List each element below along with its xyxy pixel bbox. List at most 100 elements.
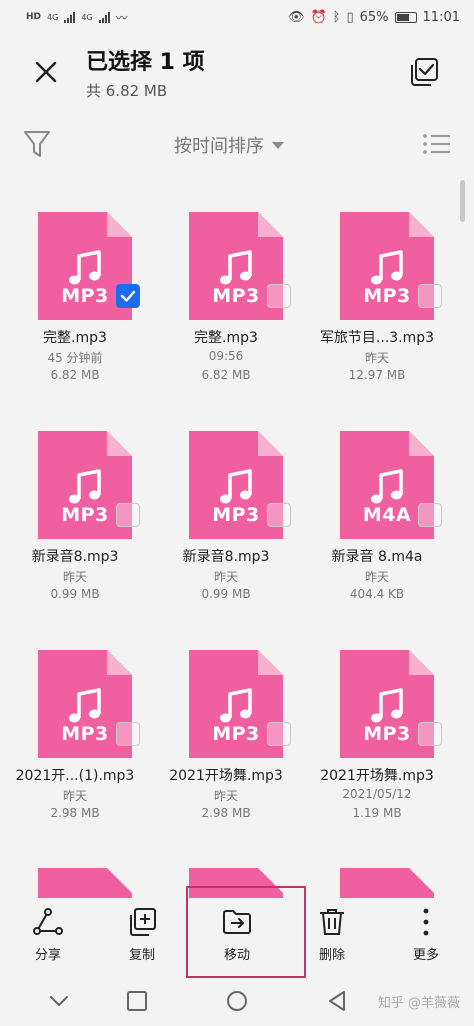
share-button[interactable]: 分享	[8, 906, 88, 963]
sort-dropdown[interactable]: 按时间排序	[174, 132, 284, 158]
home-icon[interactable]	[224, 988, 250, 1014]
more-label: 更多	[412, 948, 439, 963]
file-size: 1.19 MB	[352, 806, 402, 820]
file-size: 2.98 MB	[50, 806, 100, 820]
select-checkbox[interactable]	[116, 722, 140, 746]
vibrate-icon: ▯	[346, 9, 354, 25]
recents-icon[interactable]	[124, 988, 150, 1014]
file-size: 2.98 MB	[201, 806, 251, 820]
file-item[interactable]: M4A 新录音 8.m4a 昨天 404.4 KB	[302, 431, 452, 611]
file-fold-corner	[107, 431, 132, 456]
sort-label: 按时间排序	[174, 136, 264, 157]
hd-badge: HD	[26, 11, 42, 22]
alarm-icon: ⏰	[310, 9, 327, 25]
music-note-icon	[369, 469, 405, 509]
file-name: 新录音8.mp3	[31, 549, 119, 565]
copy-button[interactable]: 复制	[102, 906, 182, 963]
music-note-icon	[369, 688, 405, 728]
file-item[interactable]: MP3 2021开场舞.mp3 2021/05/12 1.19 MB	[302, 650, 452, 830]
status-bar: HD 4G 4G 〰 👁 ⏰ ᛒ ▯ 65% 11:01	[0, 0, 474, 34]
file-name: 2021开...(1).mp3	[15, 768, 135, 784]
select-checkbox[interactable]	[418, 284, 442, 308]
music-note-icon	[218, 688, 254, 728]
music-note-icon	[218, 250, 254, 290]
file-fold-corner	[409, 431, 434, 456]
music-note-icon	[218, 469, 254, 509]
file-size: 404.4 KB	[349, 587, 405, 601]
file-icon-partial	[38, 868, 132, 898]
file-fold-corner	[258, 431, 283, 456]
status-right: 👁 ⏰ ᛒ ▯ 65% 11:01	[288, 10, 460, 25]
file-date: 昨天	[364, 570, 389, 584]
eye-icon: 👁	[287, 9, 305, 25]
file-item[interactable]: MP3 新录音8.mp3 昨天 0.99 MB	[151, 431, 301, 611]
file-item[interactable]: MP3 完整.mp3 45 分钟前 6.82 MB	[0, 212, 150, 392]
file-date: 09:56	[208, 349, 244, 363]
music-note-icon	[67, 469, 103, 509]
select-checkbox[interactable]	[267, 503, 291, 527]
share-icon	[33, 908, 63, 935]
move-highlight-box	[186, 886, 306, 978]
audio-wave-icon: 〰	[115, 10, 128, 25]
select-checkbox[interactable]	[116, 284, 140, 308]
file-item[interactable]: MP3 完整.mp3 09:56 6.82 MB	[151, 212, 301, 392]
file-item[interactable]: MP3 2021开...(1).mp3 昨天 2.98 MB	[0, 650, 150, 830]
file-size: 6.82 MB	[201, 368, 251, 382]
file-name: 2021开场舞.mp3	[169, 768, 283, 784]
filter-icon[interactable]	[22, 128, 52, 160]
select-checkbox[interactable]	[267, 284, 291, 308]
select-checkbox[interactable]	[116, 503, 140, 527]
system-nav-bar: 知乎 @羊薇薇	[0, 976, 474, 1026]
file-name: 军旅节目...3.mp3	[319, 330, 435, 346]
music-note-icon	[67, 250, 103, 290]
file-name: 新录音8.mp3	[182, 549, 270, 565]
network-type-2: 4G	[81, 12, 93, 22]
music-note-icon	[67, 688, 103, 728]
file-size: 6.82 MB	[50, 368, 100, 382]
scrollbar[interactable]	[460, 180, 465, 222]
selection-size: 共 6.82 MB	[86, 82, 168, 100]
select-checkbox[interactable]	[418, 722, 442, 746]
file-date: 昨天	[62, 570, 87, 584]
sort-bar: 按时间排序	[0, 126, 474, 166]
network-type-1: 4G	[47, 12, 59, 22]
file-name: 2021开场舞.mp3	[320, 768, 434, 784]
battery-percent: 65%	[359, 9, 389, 25]
file-item[interactable]: MP3 新录音8.mp3 昨天 0.99 MB	[0, 431, 150, 611]
chevron-down-icon[interactable]	[46, 988, 72, 1014]
file-size: 12.97 MB	[348, 368, 406, 382]
select-checkbox[interactable]	[418, 503, 442, 527]
file-date: 昨天	[62, 789, 87, 803]
signal-icon-2	[98, 11, 110, 23]
more-vertical-icon	[423, 908, 429, 936]
file-size: 0.99 MB	[50, 587, 100, 601]
file-item[interactable]: MP3 2021开场舞.mp3 昨天 2.98 MB	[151, 650, 301, 830]
select-all-icon[interactable]	[408, 56, 440, 88]
file-size: 0.99 MB	[201, 587, 251, 601]
status-left: HD 4G 4G 〰	[26, 9, 128, 26]
file-date: 昨天	[213, 789, 238, 803]
file-fold-corner	[107, 212, 132, 237]
close-icon[interactable]	[28, 54, 64, 90]
copy-label: 复制	[128, 948, 155, 963]
back-icon[interactable]	[324, 988, 350, 1014]
file-date: 昨天	[213, 570, 238, 584]
select-checkbox[interactable]	[267, 722, 291, 746]
file-fold-corner	[258, 212, 283, 237]
watermark: 知乎 @羊薇薇	[377, 996, 460, 1011]
file-name: 新录音 8.m4a	[331, 549, 423, 565]
battery-icon	[394, 11, 417, 23]
file-fold-corner	[409, 212, 434, 237]
copy-icon	[130, 908, 156, 936]
trash-icon	[320, 909, 344, 935]
selection-header: 已选择 1 项 共 6.82 MB	[0, 40, 474, 110]
file-item[interactable]: MP3 军旅节目...3.mp3 昨天 12.97 MB	[302, 212, 452, 392]
list-view-icon[interactable]	[422, 132, 452, 156]
music-note-icon	[369, 250, 405, 290]
more-button[interactable]: 更多	[386, 906, 466, 963]
chevron-down-icon	[272, 141, 284, 149]
selection-title: 已选择 1 项	[86, 50, 205, 75]
signal-icon	[64, 11, 76, 23]
file-icon-partial	[340, 868, 434, 898]
file-date: 昨天	[364, 351, 389, 365]
